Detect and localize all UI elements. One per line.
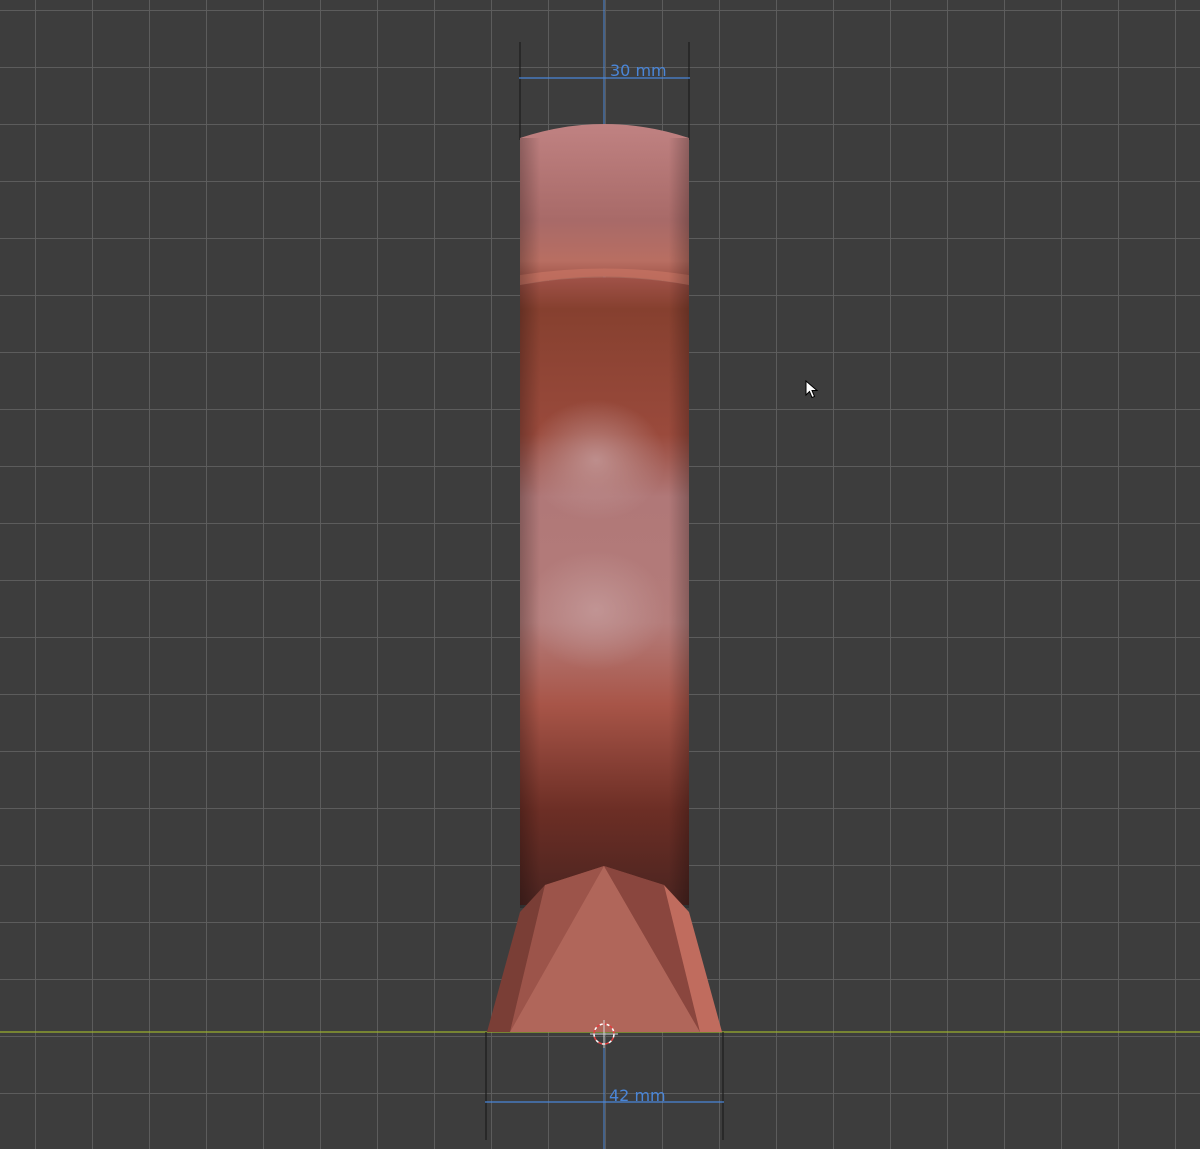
top-width-measurement-label: 30 mm <box>610 61 667 80</box>
model-object[interactable] <box>487 124 722 1032</box>
model-side-shading <box>520 138 689 908</box>
mouse-pointer-icon <box>805 380 819 399</box>
bottom-width-measurement-label: 42 mm <box>609 1086 666 1105</box>
3d-viewport[interactable]: 30 mm 42 mm <box>0 0 1200 1149</box>
viewport-scene <box>0 0 1200 1149</box>
